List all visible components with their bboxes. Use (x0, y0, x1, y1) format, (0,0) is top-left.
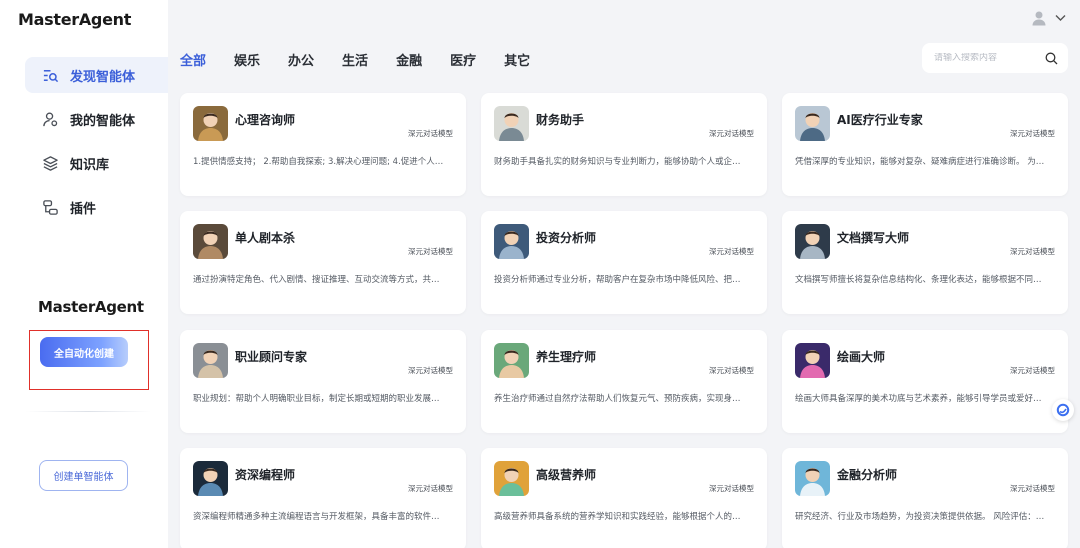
agent-title: 文档撰写大师 (837, 231, 910, 245)
agent-card[interactable]: 金融分析师深元对话模型研究经济、行业及市场趋势，为投资决策提供依据。 风险评估：… (782, 448, 1068, 548)
agent-card[interactable]: 养生理疗师深元对话模型养生治疗师通过自然疗法帮助人们恢复元气、预防疾病，实现身… (481, 330, 767, 433)
auto-create-button[interactable]: 全自动化创建 (40, 337, 128, 367)
tab-office[interactable]: 办公 (288, 50, 314, 69)
agent-avatar (494, 461, 529, 496)
plugin-icon (41, 198, 59, 216)
agent-card[interactable]: 投资分析师深元对话模型投资分析师通过专业分析，帮助客户在复杂市场中降低风险、把… (481, 211, 767, 314)
category-tabs: 全部 娱乐 办公 生活 金融 医疗 其它 (180, 50, 558, 69)
discover-search-icon (41, 66, 59, 84)
agent-title: 资深编程师 (235, 468, 296, 482)
agent-title: 心理咨询师 (235, 113, 296, 127)
user-agent-icon (41, 110, 59, 128)
agent-model-label: 深元对话模型 (709, 484, 754, 493)
tab-medical[interactable]: 医疗 (450, 50, 476, 69)
agent-model-label: 深元对话模型 (1010, 247, 1055, 256)
sidebar-item-label: 发现智能体 (70, 69, 136, 85)
tab-other[interactable]: 其它 (504, 50, 530, 69)
agent-description: 高级营养师具备系统的营养学知识和实践经验，能够根据个人的… (494, 512, 741, 522)
agent-title: 养生理疗师 (536, 350, 597, 364)
agent-avatar (795, 343, 830, 378)
agent-model-label: 深元对话模型 (709, 247, 754, 256)
agent-title: 投资分析师 (536, 231, 597, 245)
agent-avatar (494, 224, 529, 259)
agent-description: 资深编程师精通多种主流编程语言与开发框架，具备丰富的软件… (193, 512, 440, 522)
agent-description: 绘画大师具备深厚的美术功底与艺术素养，能够引导学员或爱好… (795, 394, 1042, 404)
agent-avatar (193, 461, 228, 496)
agent-description: 通过扮演特定角色、代入剧情、搜证推理、互动交流等方式，共… (193, 275, 440, 285)
agent-avatar (494, 106, 529, 141)
agent-card[interactable]: 高级营养师深元对话模型高级营养师具备系统的营养学知识和实践经验，能够根据个人的… (481, 448, 767, 548)
agent-card[interactable]: 财务助手深元对话模型财务助手具备扎实的财务知识与专业判断力，能够协助个人或企… (481, 93, 767, 196)
agent-model-label: 深元对话模型 (1010, 366, 1055, 375)
sidebar-item-label: 我的智能体 (70, 113, 136, 129)
agent-model-label: 深元对话模型 (408, 366, 453, 375)
agent-model-label: 深元对话模型 (408, 247, 453, 256)
agent-description: 文档撰写师擅长将复杂信息结构化、条理化表达，能够根据不同… (795, 275, 1042, 285)
sidebar-item-plugins[interactable]: 插件 (25, 189, 168, 225)
tab-entertainment[interactable]: 娱乐 (234, 50, 260, 69)
agent-model-label: 深元对话模型 (709, 366, 754, 375)
agent-title: 职业顾问专家 (235, 350, 308, 364)
agent-model-label: 深元对话模型 (709, 129, 754, 138)
user-menu[interactable] (1031, 10, 1066, 26)
agent-title: 金融分析师 (837, 468, 898, 482)
agent-card[interactable]: 职业顾问专家深元对话模型职业规划：帮助个人明确职业目标，制定长期或短期的职业发展… (180, 330, 466, 433)
agent-card[interactable]: 绘画大师深元对话模型绘画大师具备深厚的美术功底与艺术素养，能够引导学员或爱好… (782, 330, 1068, 433)
agent-description: 研究经济、行业及市场趋势，为投资决策提供依据。 风险评估：… (795, 512, 1045, 522)
agent-avatar (795, 224, 830, 259)
agent-title: AI医疗行业专家 (837, 113, 923, 127)
agent-avatar (795, 106, 830, 141)
agent-avatar (795, 461, 830, 496)
agent-title: 绘画大师 (837, 350, 886, 364)
agent-card[interactable]: 单人剧本杀深元对话模型通过扮演特定角色、代入剧情、搜证推理、互动交流等方式，共… (180, 211, 466, 314)
chevron-down-icon (1055, 14, 1066, 22)
agent-card[interactable]: 心理咨询师深元对话模型 1.提供情感支持； 2.帮助自我探索; 3.解决心理问题;… (180, 93, 466, 196)
agent-model-label: 深元对话模型 (408, 484, 453, 493)
sidebar-divider (26, 411, 151, 412)
agent-card[interactable]: 文档撰写大师深元对话模型文档撰写师擅长将复杂信息结构化、条理化表达，能够根据不同… (782, 211, 1068, 314)
agent-avatar (193, 224, 228, 259)
agent-avatar (494, 343, 529, 378)
agent-description: 财务助手具备扎实的财务知识与专业判断力，能够协助个人或企… (494, 157, 741, 167)
tab-finance[interactable]: 金融 (396, 50, 422, 69)
agent-description: 职业规划：帮助个人明确职业目标，制定长期或短期的职业发展… (193, 394, 440, 404)
assistant-float-icon[interactable] (1052, 399, 1074, 421)
agent-card[interactable]: 资深编程师深元对话模型资深编程师精通多种主流编程语言与开发框架，具备丰富的软件… (180, 448, 466, 548)
agent-description: 养生治疗师通过自然疗法帮助人们恢复元气、预防疾病，实现身… (494, 394, 741, 404)
agent-avatar (193, 106, 228, 141)
search-box (922, 43, 1068, 73)
create-single-agent-button[interactable]: 创建单智能体 (39, 460, 128, 491)
agent-avatar (193, 343, 228, 378)
sidebar-item-label: 知识库 (70, 157, 110, 173)
user-avatar-icon (1031, 10, 1047, 26)
sidebar-item-my-agents[interactable]: 我的智能体 (25, 101, 168, 137)
sidebar-item-label: 插件 (70, 201, 97, 217)
agent-model-label: 深元对话模型 (1010, 129, 1055, 138)
sidebar-item-knowledge-base[interactable]: 知识库 (25, 145, 168, 181)
agent-title: 财务助手 (536, 113, 585, 127)
app-logo[interactable]: MasterAgent (18, 10, 131, 29)
tab-all[interactable]: 全部 (180, 50, 206, 69)
agent-model-label: 深元对话模型 (408, 129, 453, 138)
agent-model-label: 深元对话模型 (1010, 484, 1055, 493)
search-input[interactable] (934, 53, 1038, 63)
agent-title: 单人剧本杀 (235, 231, 296, 245)
sidebar-item-discover[interactable]: 发现智能体 (25, 57, 168, 93)
agent-description: 1.提供情感支持； 2.帮助自我探索; 3.解决心理问题; 4.促进个人… (193, 157, 444, 167)
search-icon[interactable] (1045, 52, 1058, 65)
agent-description: 凭借深厚的专业知识，能够对复杂、疑难病症进行准确诊断。 为… (795, 157, 1045, 167)
secondary-logo: MasterAgent (38, 298, 144, 316)
tab-life[interactable]: 生活 (342, 50, 368, 69)
sidebar: MasterAgent 发现智能体 我的智能体 知识库 插件 MasterAge… (0, 0, 168, 548)
agent-card[interactable]: AI医疗行业专家深元对话模型凭借深厚的专业知识，能够对复杂、疑难病症进行准确诊断… (782, 93, 1068, 196)
sidebar-nav: 发现智能体 我的智能体 知识库 插件 (25, 57, 168, 233)
layers-icon (41, 154, 59, 172)
agent-title: 高级营养师 (536, 468, 597, 482)
agent-description: 投资分析师通过专业分析，帮助客户在复杂市场中降低风险、把… (494, 275, 741, 285)
